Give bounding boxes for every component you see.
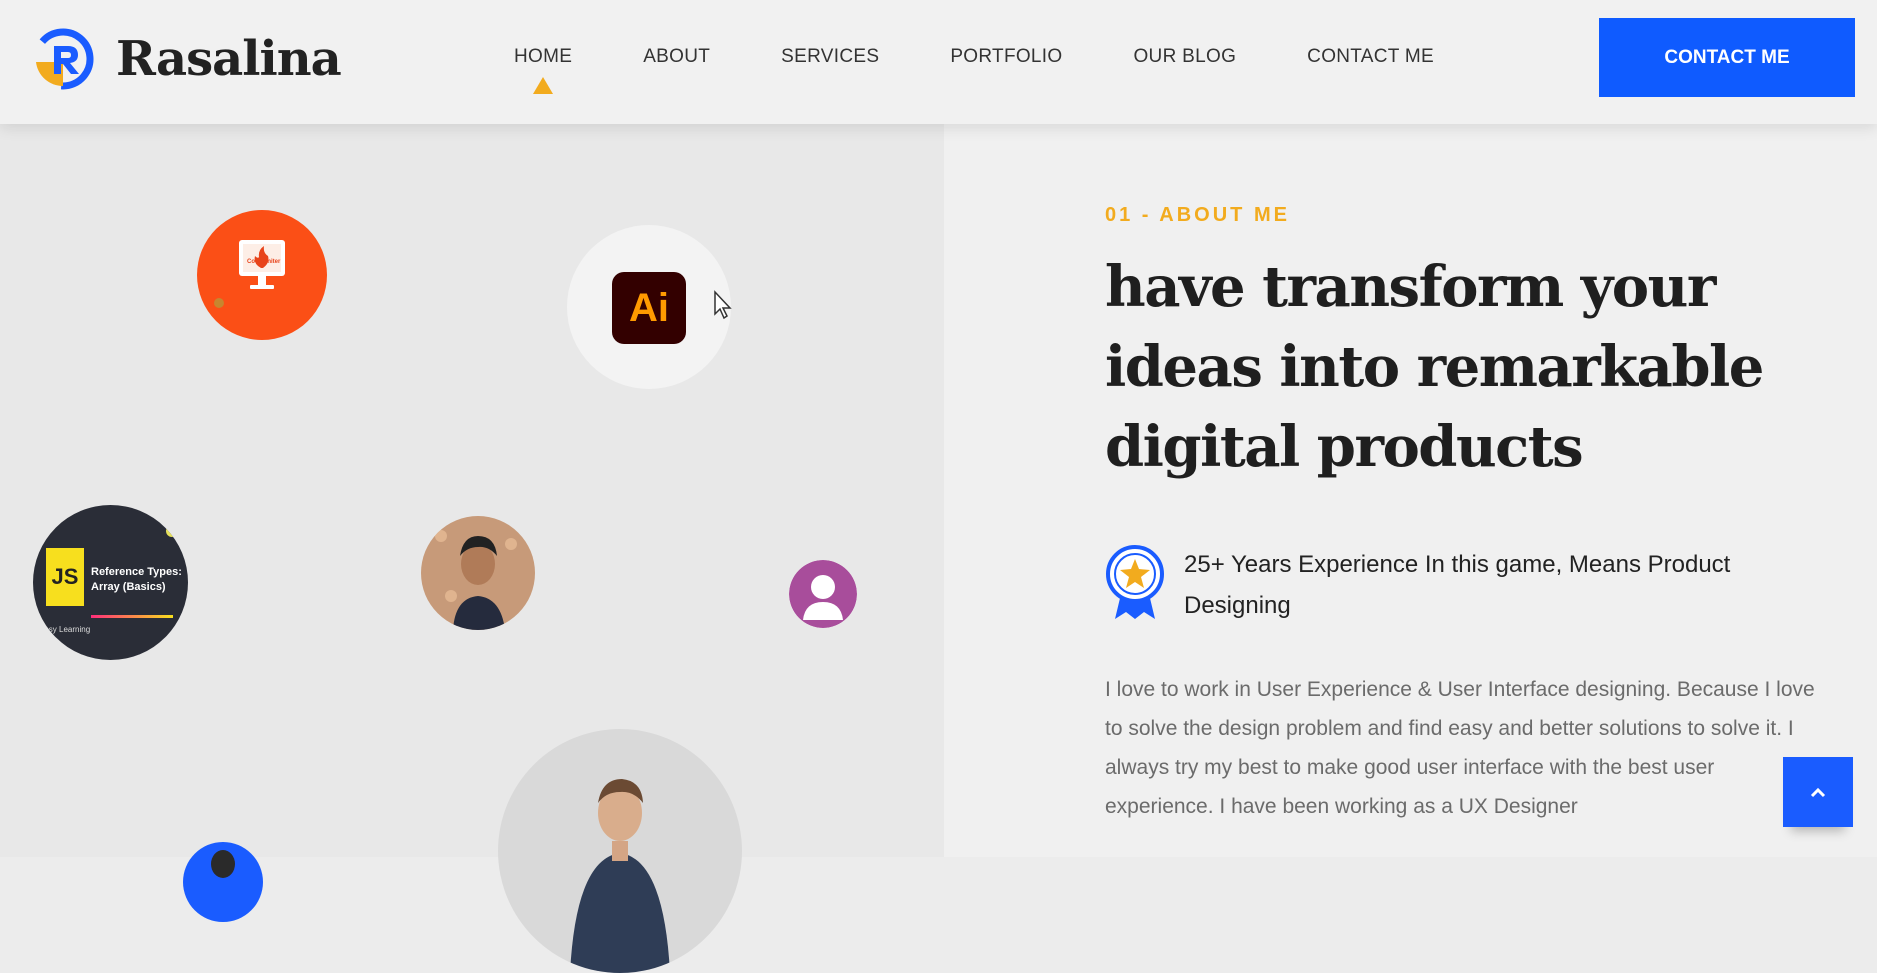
codeigniter-bubble: CodeIgniter — [197, 210, 327, 340]
codeigniter-icon — [214, 240, 285, 308]
about-eyebrow: 01 - ABOUT ME — [1105, 204, 1290, 226]
scroll-to-top-button[interactable] — [1783, 757, 1853, 827]
nav-about[interactable]: ABOUT — [643, 46, 710, 68]
nav-portfolio-label: PORTFOLIO — [950, 46, 1063, 67]
nav-home-label: HOME — [514, 46, 573, 67]
default-avatar-bubble — [789, 560, 857, 628]
js-badge-text: JS — [51, 564, 79, 589]
skills-bubble-area: CodeIgniter Ai JS Reference Types: Array… — [0, 124, 944, 973]
illustrator-bubble: Ai — [567, 225, 731, 389]
logo-text: Rasalina — [116, 31, 342, 87]
bottom-portrait — [211, 850, 235, 878]
main-nav: HOME ABOUT SERVICES PORTFOLIO OUR BLOG C… — [514, 46, 1434, 94]
portrait-avatar — [435, 530, 517, 630]
js-corner-dot — [166, 525, 178, 537]
chevron-up-icon — [1810, 787, 1826, 798]
js-tutorial-bubble: JS Reference Types: Array (Basics) Easy … — [33, 505, 188, 660]
nav-services[interactable]: SERVICES — [781, 46, 879, 68]
js-title-underline — [91, 615, 173, 618]
featured-person-bubble — [498, 729, 742, 973]
about-heading: have transform your ideas into remarkabl… — [1105, 254, 1764, 480]
mouse-cursor-icon — [714, 290, 732, 320]
js-tutorial-title: Reference Types: Array (Basics) — [91, 565, 182, 595]
award-icon — [1106, 545, 1164, 619]
nav-home[interactable]: HOME — [514, 46, 573, 94]
js-brand-text: Easy Learning — [39, 625, 91, 634]
featured-portrait — [570, 779, 670, 973]
bottom-avatar-bubble — [183, 842, 263, 922]
nav-blog-label: OUR BLOG — [1133, 46, 1237, 67]
js-title-line-2: Array (Basics) — [91, 581, 166, 593]
experience-block: 25+ Years Experience In this game, Means… — [1105, 544, 1764, 626]
user-icon — [789, 560, 857, 628]
illustrator-icon: Ai — [612, 272, 686, 344]
active-indicator — [533, 77, 554, 94]
nav-blog[interactable]: OUR BLOG — [1133, 46, 1236, 68]
experience-text: 25+ Years Experience In this game, Means… — [1184, 551, 1731, 619]
js-title-line-1: Reference Types: — [91, 566, 182, 578]
logo-mark — [32, 28, 94, 90]
site-header: Rasalina HOME ABOUT SERVICES PORTFOLIO O… — [0, 0, 1877, 124]
nav-contact-label: CONTACT ME — [1307, 46, 1435, 67]
nav-about-label: ABOUT — [643, 46, 711, 67]
nav-contact[interactable]: CONTACT ME — [1307, 46, 1434, 68]
about-description: I love to work in User Experience & User… — [1105, 678, 1815, 818]
nav-services-label: SERVICES — [781, 46, 880, 67]
site-logo[interactable]: Rasalina — [32, 28, 342, 90]
person-avatar-bubble — [421, 516, 535, 630]
contact-me-button[interactable]: CONTACT ME — [1599, 18, 1855, 97]
js-badge: JS — [46, 548, 84, 606]
codeigniter-caption: CodeIgniter — [247, 259, 281, 265]
nav-portfolio[interactable]: PORTFOLIO — [950, 46, 1062, 68]
illustrator-label: Ai — [629, 285, 669, 330]
